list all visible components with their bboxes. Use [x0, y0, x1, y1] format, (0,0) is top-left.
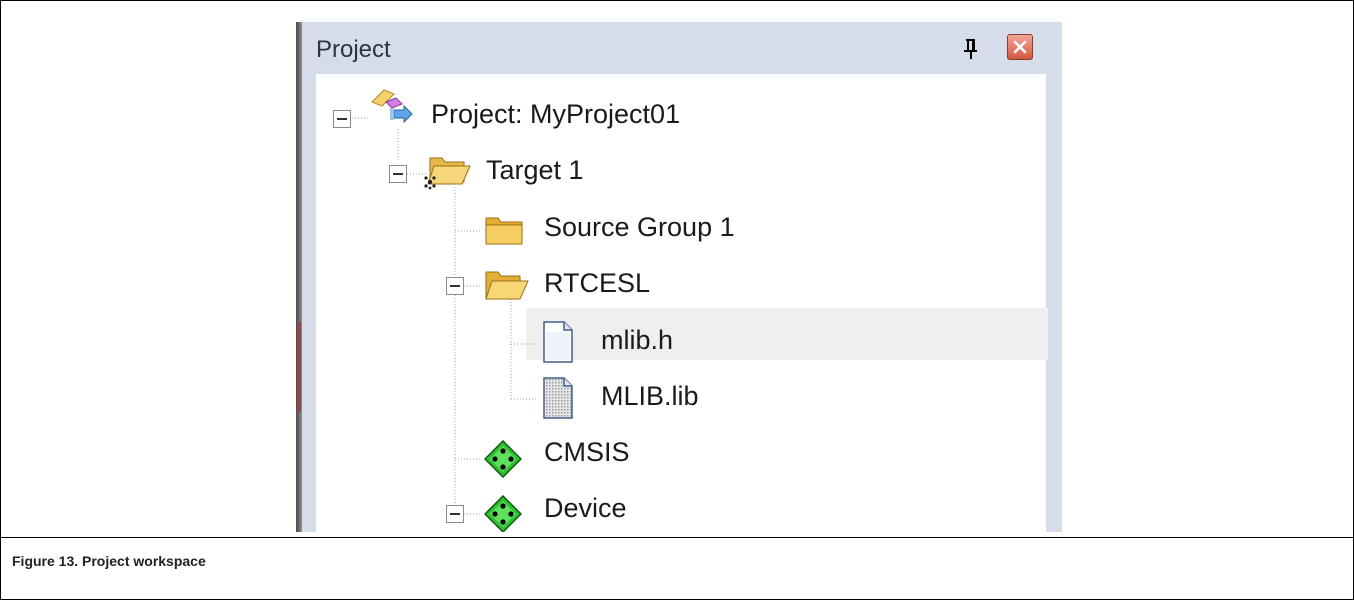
tree-guide-lines — [352, 117, 538, 515]
open-folder-icon — [482, 266, 530, 310]
component-icon — [483, 439, 523, 482]
tree-item-project[interactable]: Project: MyProject01 — [431, 94, 680, 134]
folder-icon — [482, 210, 528, 254]
tree-item-target[interactable]: Target 1 — [486, 150, 584, 190]
project-icon — [370, 84, 414, 134]
tree-item-cmsis[interactable]: CMSIS — [544, 432, 630, 472]
caption-divider — [0, 537, 1354, 538]
pin-icon[interactable] — [960, 36, 982, 62]
figure-caption: Figure 13. Project workspace — [12, 553, 206, 569]
close-icon — [1013, 40, 1027, 54]
tree-item-source-group-label: Source Group 1 — [544, 211, 735, 242]
tree-item-device[interactable]: Device — [544, 488, 627, 528]
collapse-toggle-project[interactable] — [333, 110, 351, 132]
tree-item-cmsis-label: CMSIS — [544, 436, 630, 467]
tree-item-target-label: Target 1 — [486, 154, 584, 185]
project-tree: Project: MyProject01 Target 1 Source Gro… — [316, 74, 1048, 532]
tree-item-mlib-h[interactable]: mlib.h — [601, 320, 673, 360]
tree-item-mlib-lib-label: MLIB.lib — [601, 380, 699, 411]
target-folder-icon — [422, 152, 472, 196]
window-edge — [296, 22, 302, 532]
tree-item-rtcesl[interactable]: RTCESL — [544, 263, 650, 303]
component-icon — [483, 494, 523, 532]
tree-item-device-label: Device — [544, 492, 627, 523]
close-button[interactable] — [1007, 34, 1033, 60]
tree-item-rtcesl-label: RTCESL — [544, 267, 651, 298]
tree-item-project-label: Project: MyProject01 — [431, 98, 681, 129]
tree-item-mlib-h-label: mlib.h — [601, 324, 674, 355]
collapse-toggle-rtcesl[interactable] — [446, 277, 464, 299]
library-file-icon — [540, 376, 576, 424]
collapse-toggle-target[interactable] — [389, 165, 407, 187]
tree-item-source-group[interactable]: Source Group 1 — [544, 207, 735, 247]
file-icon — [540, 320, 576, 368]
tree-item-mlib-lib[interactable]: MLIB.lib — [601, 376, 699, 416]
collapse-toggle-device[interactable] — [446, 505, 464, 527]
project-window: Project Project: MyProject01 Target 1 So… — [296, 22, 1062, 532]
pane-title: Project — [316, 36, 391, 63]
